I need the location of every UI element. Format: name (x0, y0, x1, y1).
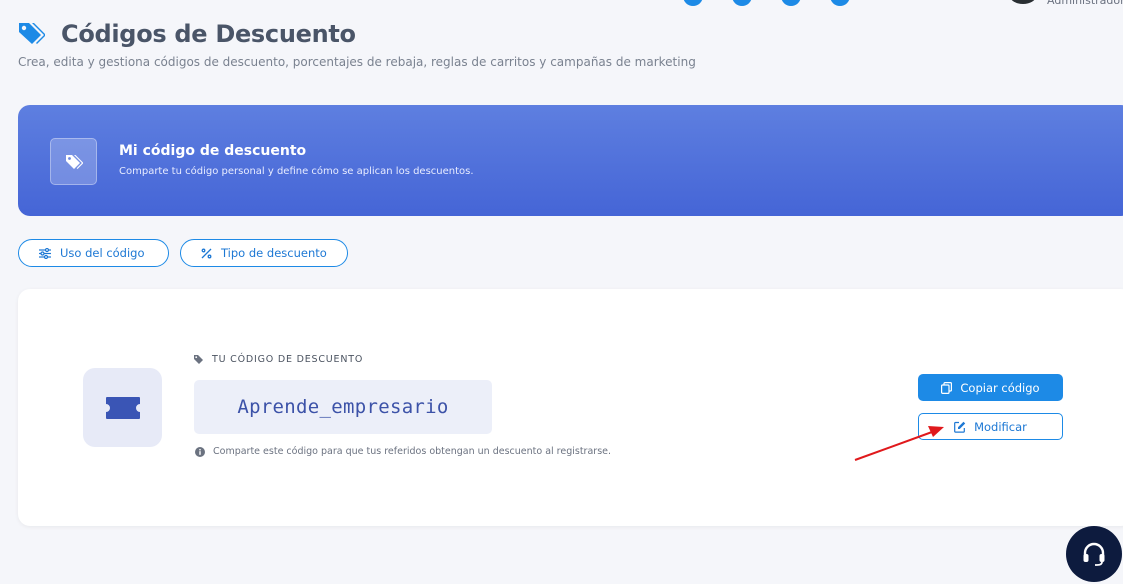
code-label: TU CÓDIGO DE DESCUENTO (212, 354, 364, 365)
tab-bar: Uso del código Tipo de descuento (18, 239, 348, 267)
topbar-icon[interactable] (830, 0, 850, 6)
edit-icon (954, 421, 966, 433)
page-subtitle: Crea, edita y gestiona códigos de descue… (18, 55, 696, 69)
user-role: Administrador (1047, 0, 1123, 7)
support-chat-button[interactable] (1066, 526, 1122, 582)
page-header: Códigos de Descuento (17, 20, 356, 48)
modify-label: Modificar (974, 419, 1027, 434)
code-banner: Mi código de descuento Comparte tu códig… (18, 105, 1123, 216)
topbar-icons (683, 0, 850, 6)
code-label-row: TU CÓDIGO DE DESCUENTO (194, 354, 363, 365)
info-icon (195, 446, 205, 457)
banner-description: Comparte tu código personal y define cóm… (119, 166, 474, 177)
discount-code-box: Aprende_empresario (194, 380, 492, 434)
banner-icon-box (50, 138, 97, 185)
tags-icon (65, 154, 83, 169)
topbar-icon[interactable] (683, 0, 703, 6)
banner-title: Mi código de descuento (119, 143, 307, 159)
tag-icon (194, 355, 203, 364)
topbar-icon[interactable] (781, 0, 801, 6)
tab-discount-type[interactable]: Tipo de descuento (180, 239, 348, 267)
tags-icon (19, 23, 45, 44)
tab-label: Uso del código (60, 246, 145, 260)
sliders-icon (39, 247, 51, 259)
copy-code-label: Copiar código (960, 380, 1040, 395)
ticket-icon (105, 396, 140, 419)
discount-code: Aprende_empresario (237, 396, 449, 418)
hint-row: Comparte este código para que tus referi… (195, 446, 611, 457)
tab-label: Tipo de descuento (221, 246, 327, 260)
headset-icon (1083, 542, 1105, 566)
modify-button[interactable]: Modificar (918, 413, 1063, 440)
topbar-icon[interactable] (732, 0, 752, 6)
page-title: Códigos de Descuento (61, 20, 356, 48)
ticket-icon-box (83, 368, 162, 447)
hint-text: Comparte este código para que tus referi… (213, 446, 612, 457)
code-card: TU CÓDIGO DE DESCUENTO Aprende_empresari… (18, 289, 1123, 526)
percent-icon (201, 248, 212, 258)
copy-icon (941, 381, 953, 394)
avatar[interactable] (1010, 0, 1036, 4)
tab-code-usage[interactable]: Uso del código (18, 239, 169, 267)
copy-code-button[interactable]: Copiar código (918, 374, 1063, 401)
